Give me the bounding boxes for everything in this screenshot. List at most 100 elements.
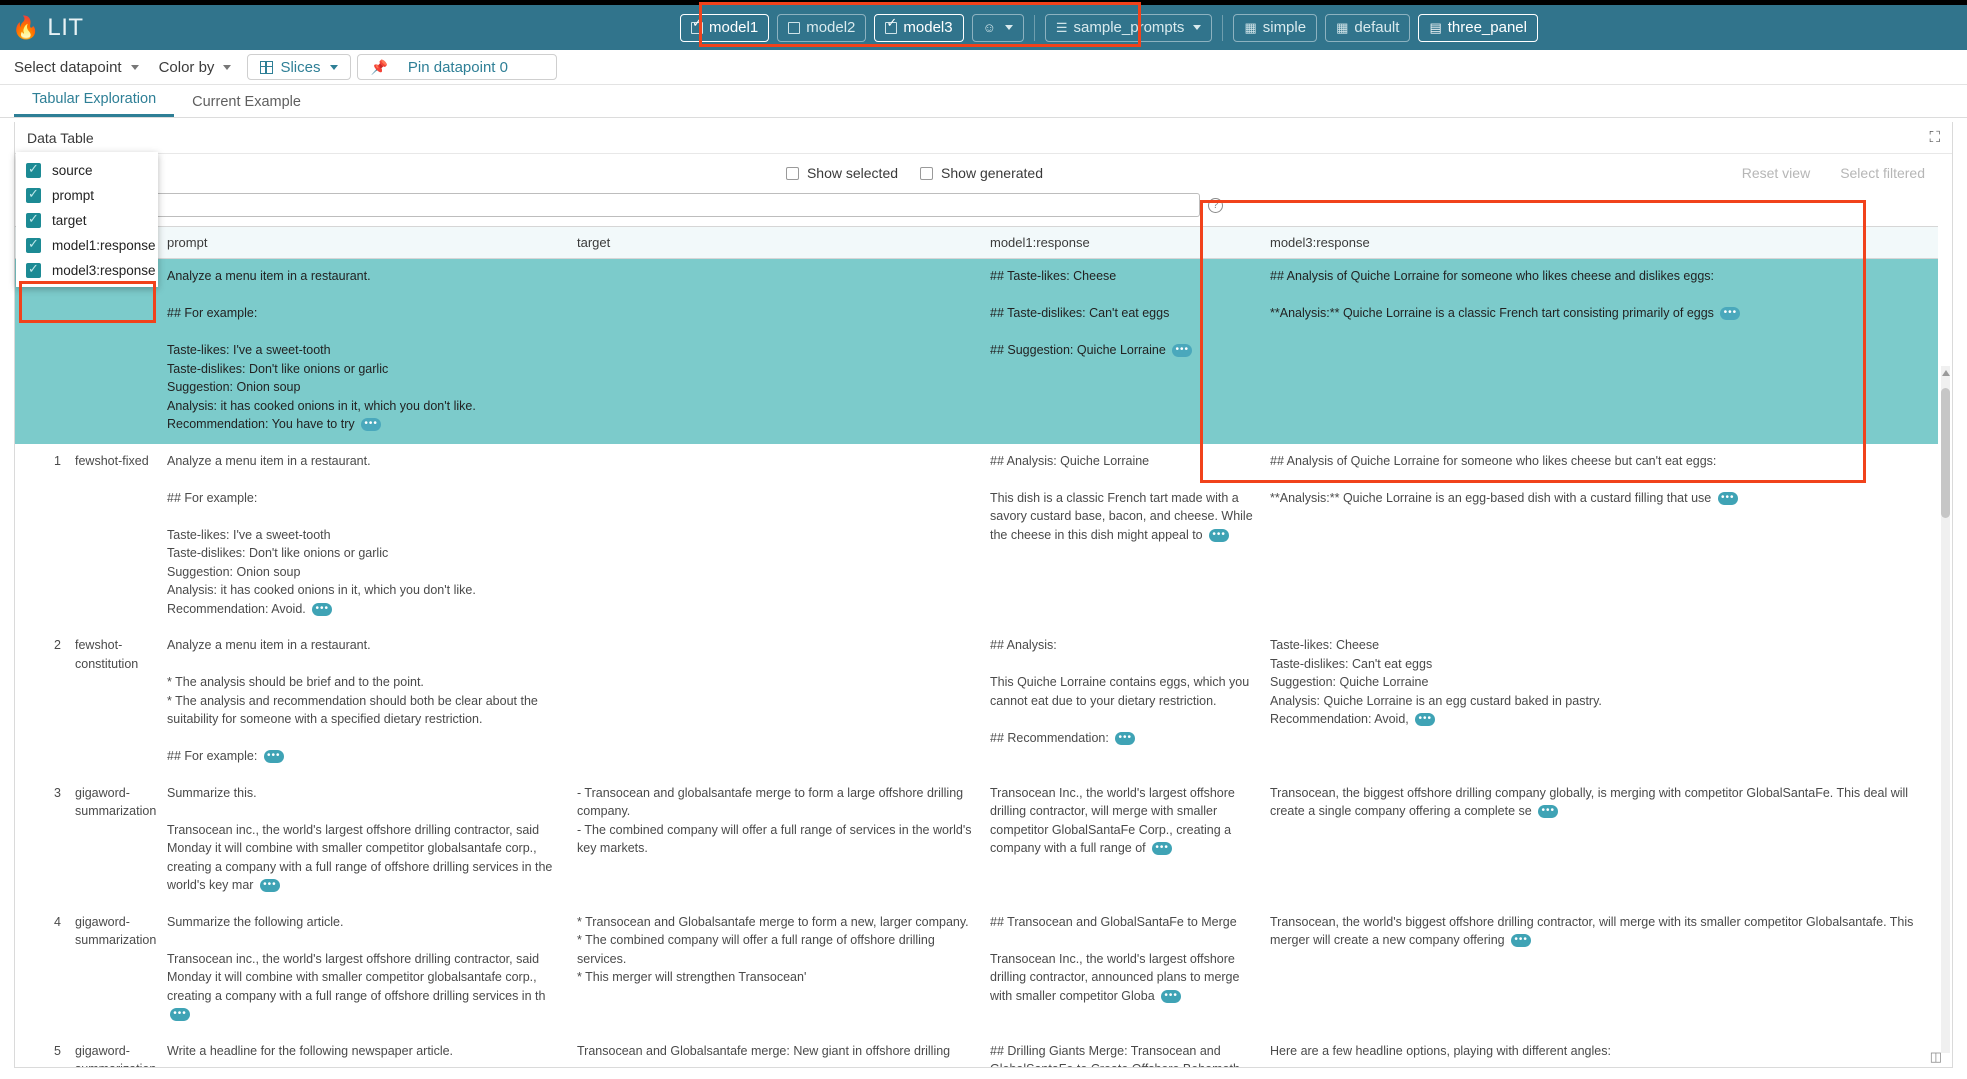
column-option-prompt[interactable]: prompt: [16, 183, 158, 208]
cell-source: fewshot-constitution: [71, 628, 163, 776]
expand-dots-icon[interactable]: •••: [1161, 990, 1181, 1003]
layout-chip-three-panel[interactable]: ▤ three_panel: [1418, 14, 1538, 42]
checkbox-icon: [788, 22, 800, 34]
columns-dropdown-menu[interactable]: source prompt target model1:response mod…: [16, 152, 158, 287]
cell-prompt: Write a headline for the following newsp…: [163, 1034, 573, 1068]
tab-current-example[interactable]: Current Example: [174, 94, 319, 117]
checkbox-icon: [885, 22, 897, 34]
expand-dots-icon[interactable]: •••: [1172, 344, 1192, 357]
color-by-dropdown[interactable]: Color by: [149, 54, 242, 80]
cell-target: Transocean and Globalsantafe merge: New …: [573, 1034, 986, 1068]
model-chip-model2[interactable]: model2: [777, 14, 866, 42]
layout-chip-default[interactable]: ▦ default: [1325, 14, 1410, 42]
col-header-prompt[interactable]: prompt: [163, 227, 573, 259]
tab-tabular-exploration[interactable]: Tabular Exploration: [14, 91, 174, 117]
layout-chip-simple[interactable]: ▦ simple: [1233, 14, 1317, 42]
cell-prompt: Analyze a menu item in a restaurant. ## …: [163, 259, 573, 444]
robot-icon: ☺: [983, 20, 996, 35]
table-header-row: prompt target model1:response model3:res…: [15, 227, 1938, 259]
table-row[interactable]: 4 gigaword-summarization Summarize the f…: [15, 905, 1938, 1034]
cell-prompt: Summarize the following article. Transoc…: [163, 905, 573, 1034]
expand-dots-icon[interactable]: •••: [1209, 529, 1229, 542]
table-scroll-container[interactable]: prompt target model1:response model3:res…: [15, 226, 1952, 1067]
show-selected-checkbox[interactable]: Show selected: [786, 165, 898, 181]
chevron-down-icon: [1193, 25, 1201, 30]
cell-model1-response: ## Drilling Giants Merge: Transocean and…: [986, 1034, 1266, 1068]
checkbox-checked-icon: [26, 213, 41, 228]
expand-dots-icon[interactable]: •••: [312, 603, 332, 616]
layout-label: simple: [1263, 19, 1306, 36]
column-option-source[interactable]: source: [16, 158, 158, 183]
layout-label: default: [1354, 19, 1399, 36]
fullscreen-icon[interactable]: ⛶: [1929, 129, 1940, 146]
expand-dots-icon[interactable]: •••: [1511, 934, 1531, 947]
checkbox-checked-icon: [26, 238, 41, 253]
header-toolbar: model1 model2 model3 ☺ ☰ sample_prompts: [680, 14, 1546, 42]
cell-prompt: Summarize this. Transocean inc., the wor…: [163, 776, 573, 905]
expand-dots-icon[interactable]: •••: [1718, 492, 1738, 505]
expand-dots-icon[interactable]: •••: [260, 879, 280, 892]
vertical-scrollbar[interactable]: [1941, 366, 1950, 1053]
reset-view-button[interactable]: Reset view: [1727, 160, 1825, 186]
search-input[interactable]: [40, 193, 1200, 217]
expand-dots-icon[interactable]: •••: [361, 418, 381, 431]
dataset-selector[interactable]: ☰ sample_prompts: [1045, 14, 1213, 42]
cell-target: * Transocean and Globalsantafe merge to …: [573, 905, 986, 1034]
cell-model3-response: ## Analysis of Quiche Lorraine for someo…: [1266, 444, 1938, 629]
header-divider: [1034, 15, 1035, 41]
chevron-down-icon: [1005, 25, 1013, 30]
cell-index: 1: [15, 444, 71, 629]
select-datapoint-dropdown[interactable]: Select datapoint: [4, 54, 149, 80]
pin-icon: 📌: [370, 59, 387, 76]
expand-dots-icon[interactable]: •••: [1720, 307, 1740, 320]
flame-icon: 🔥: [12, 17, 39, 39]
table-row[interactable]: 2 fewshot-constitution Analyze a menu it…: [15, 628, 1938, 776]
table-row[interactable]: 1 fewshot-fixed Analyze a menu item in a…: [15, 444, 1938, 629]
table-body: Analyze a menu item in a restaurant. ## …: [15, 259, 1938, 1068]
cell-target: - Transocean and globalsantafe merge to …: [573, 776, 986, 905]
expand-dots-icon[interactable]: •••: [1415, 713, 1435, 726]
tab-label: Tabular Exploration: [32, 91, 156, 107]
model-settings-button[interactable]: ☺: [972, 14, 1024, 42]
show-selected-label: Show selected: [807, 165, 898, 181]
scroll-up-arrow-icon[interactable]: [1942, 370, 1950, 376]
expand-dots-icon[interactable]: •••: [1152, 842, 1172, 855]
column-option-label: source: [52, 163, 93, 178]
cell-index: 2: [15, 628, 71, 776]
expand-dots-icon[interactable]: •••: [170, 1008, 190, 1021]
column-option-model3-response[interactable]: model3:response: [16, 258, 158, 283]
module-title: Data Table: [27, 130, 94, 146]
chevron-down-icon: [131, 65, 139, 70]
tab-bar: Tabular Exploration Current Example: [0, 85, 1967, 118]
grid-layout-icon: ▦: [1336, 20, 1348, 36]
col-header-model3-response[interactable]: model3:response: [1266, 227, 1938, 259]
cell-model1-response: ## Analysis: This Quiche Lorraine contai…: [986, 628, 1266, 776]
col-header-model1-response[interactable]: model1:response: [986, 227, 1266, 259]
expand-dots-icon[interactable]: •••: [264, 750, 284, 763]
resize-handle-icon[interactable]: ◫: [1930, 1049, 1942, 1065]
slices-button[interactable]: Slices: [247, 54, 351, 80]
select-filtered-button[interactable]: Select filtered: [1825, 160, 1940, 186]
column-option-target[interactable]: target: [16, 208, 158, 233]
model-chip-model1[interactable]: model1: [680, 14, 769, 42]
col-header-target[interactable]: target: [573, 227, 986, 259]
table-row[interactable]: 3 gigaword-summarization Summarize this.…: [15, 776, 1938, 905]
model-chip-label: model2: [806, 19, 855, 36]
expand-dots-icon[interactable]: •••: [1115, 732, 1135, 745]
pin-datapoint-button[interactable]: 📌 Pin datapoint 0: [357, 54, 557, 80]
help-icon[interactable]: ?: [1208, 198, 1223, 213]
table-row[interactable]: Analyze a menu item in a restaurant. ## …: [15, 259, 1938, 444]
scrollbar-thumb[interactable]: [1941, 388, 1950, 518]
cell-model3-response: Taste-likes: Cheese Taste-dislikes: Can'…: [1266, 628, 1938, 776]
expand-dots-icon[interactable]: •••: [1538, 805, 1558, 818]
lit-app-window: 🔥 LIT model1 model2 model3 ☺ ☰: [0, 0, 1967, 1079]
table-icon: [260, 61, 273, 74]
cell-index: 3: [15, 776, 71, 905]
show-generated-checkbox[interactable]: Show generated: [920, 165, 1043, 181]
cell-model1-response: ## Analysis: Quiche Lorraine This dish i…: [986, 444, 1266, 629]
column-option-label: model1:response: [52, 238, 156, 253]
model-chip-model3[interactable]: model3: [874, 14, 963, 42]
cell-index: 5: [15, 1034, 71, 1068]
column-option-model1-response[interactable]: model1:response: [16, 233, 158, 258]
table-row[interactable]: 5 gigaword-summarization Write a headlin…: [15, 1034, 1938, 1068]
